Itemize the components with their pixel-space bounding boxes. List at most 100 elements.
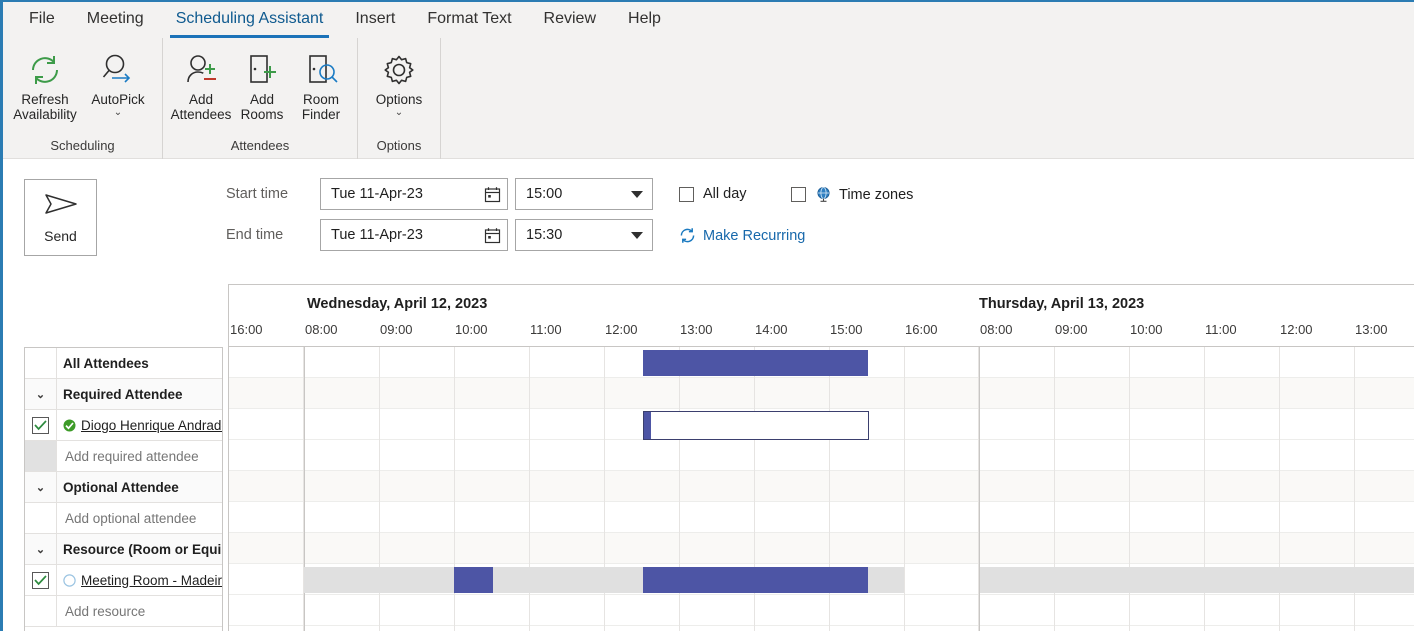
- ribbon-group-scheduling-label: Scheduling: [50, 138, 115, 153]
- refresh-availability-button[interactable]: Refresh Availability: [9, 46, 81, 124]
- send-arrow-icon: [42, 191, 80, 222]
- hour-tick: 12:00: [1280, 322, 1313, 337]
- tab-meeting-label: Meeting: [86, 10, 144, 27]
- group-header-required-attendee[interactable]: ⌄ Required Attendee: [25, 379, 222, 410]
- calendar-icon[interactable]: [477, 179, 507, 209]
- group-header-resource[interactable]: ⌄ Resource (Room or Equi...: [25, 534, 222, 565]
- tab-review-label: Review: [543, 10, 597, 27]
- make-recurring-button[interactable]: Make Recurring: [679, 227, 805, 244]
- busy-block-all-attendees[interactable]: [643, 350, 868, 376]
- chevron-down-icon[interactable]: ⌄: [395, 108, 403, 118]
- hour-tick: 08:00: [305, 322, 338, 337]
- add-resource-label: Add resource: [65, 603, 146, 619]
- add-rooms-button[interactable]: Add Rooms: [233, 46, 291, 124]
- add-attendees-button[interactable]: Add Attendees: [169, 46, 233, 124]
- tentative-block-meeting-room[interactable]: [980, 567, 1414, 593]
- expand-cell[interactable]: ⌄: [25, 534, 57, 564]
- grid-row[interactable]: [229, 471, 1414, 502]
- end-date-input[interactable]: Tue 11-Apr-23: [320, 219, 508, 251]
- start-time-dropdown[interactable]: 15:00: [515, 178, 653, 210]
- ribbon-group-options-items: Options ⌄: [364, 38, 434, 137]
- hour-tick: 10:00: [1130, 322, 1163, 337]
- start-date-value: Tue 11-Apr-23: [331, 186, 423, 202]
- grid-row[interactable]: [229, 533, 1414, 564]
- checkbox-box: [679, 186, 694, 202]
- grid-row[interactable]: [229, 595, 1414, 626]
- time-zones-checkbox[interactable]: Time zones: [791, 186, 913, 203]
- tab-scheduling-assistant[interactable]: Scheduling Assistant: [162, 6, 338, 38]
- resource-checkbox[interactable]: [25, 565, 57, 595]
- chevron-down-icon: ⌄: [35, 543, 46, 556]
- room-finder-button[interactable]: Room Finder: [291, 46, 351, 124]
- calendar-icon[interactable]: [477, 220, 507, 250]
- options-label: Options: [375, 92, 423, 107]
- tab-format-text[interactable]: Format Text: [413, 6, 525, 34]
- add-rooms-label: Add Rooms: [240, 92, 284, 122]
- resource-name-label: Meeting Room - Madeira: [81, 572, 222, 588]
- add-attendees-label: Add Attendees: [170, 92, 232, 122]
- meeting-time-selection[interactable]: [643, 411, 869, 440]
- group-header-optional-attendee[interactable]: ⌄ Optional Attendee: [25, 472, 222, 503]
- tentative-block-meeting-room[interactable]: [868, 567, 904, 593]
- tab-meeting[interactable]: Meeting: [73, 6, 158, 34]
- end-time-dropdown[interactable]: 15:30: [515, 219, 653, 251]
- tab-insert[interactable]: Insert: [341, 6, 409, 34]
- recurrence-icon: [679, 227, 696, 244]
- ribbon: File Meeting Scheduling Assistant Insert…: [3, 2, 1414, 159]
- attendee-row-diogo[interactable]: Diogo Henrique Andrade: [25, 410, 222, 441]
- attendee-checkbox[interactable]: [25, 410, 57, 440]
- add-optional-attendee-row[interactable]: Add optional attendee: [25, 503, 222, 534]
- tentative-block-meeting-room[interactable]: [493, 567, 643, 593]
- start-time-value: 15:00: [526, 186, 563, 202]
- tab-file-label: File: [29, 10, 55, 27]
- expand-cell[interactable]: ⌄: [25, 472, 57, 502]
- checkbox-box: [32, 571, 49, 589]
- grid-row[interactable]: [229, 440, 1414, 471]
- add-attendees-icon: [183, 48, 219, 92]
- hour-tick: 14:00: [755, 322, 788, 337]
- selection-handle[interactable]: [644, 412, 651, 439]
- hour-tick: 09:00: [1055, 322, 1088, 337]
- start-date-input[interactable]: Tue 11-Apr-23: [320, 178, 508, 210]
- refresh-icon: [27, 48, 63, 92]
- day-label-wednesday: Wednesday, April 12, 2023: [307, 296, 488, 312]
- free-busy-grid[interactable]: [228, 347, 1414, 631]
- accepted-icon: [63, 419, 76, 432]
- options-button[interactable]: Options ⌄: [364, 46, 434, 120]
- all-day-checkbox[interactable]: All day: [679, 186, 747, 202]
- checkbox-cell: [25, 503, 57, 533]
- checkbox-cell: [25, 441, 57, 471]
- add-required-attendee-row[interactable]: Add required attendee: [25, 441, 222, 472]
- grid-row[interactable]: [229, 378, 1414, 409]
- tentative-block-meeting-room[interactable]: [304, 567, 454, 593]
- autopick-button[interactable]: AutoPick ⌄: [81, 46, 155, 120]
- add-rooms-icon: [244, 48, 280, 92]
- busy-block-meeting-room[interactable]: [643, 567, 868, 593]
- expand-cell[interactable]: ⌄: [25, 379, 57, 409]
- timeline-header: Wednesday, April 12, 2023 Thursday, Apri…: [228, 284, 1414, 347]
- chevron-down-icon[interactable]: [622, 179, 652, 209]
- hour-tick: 08:00: [980, 322, 1013, 337]
- meeting-form-header: Send Start time End time Tue 11-Apr-23 T…: [3, 159, 1414, 284]
- send-button[interactable]: Send: [24, 179, 97, 256]
- chevron-down-icon[interactable]: ⌄: [114, 108, 122, 118]
- hour-tick: 11:00: [1205, 322, 1237, 337]
- send-button-label: Send: [44, 228, 77, 244]
- room-finder-icon: [303, 48, 339, 92]
- resource-row-meeting-room[interactable]: Meeting Room - Madeira: [25, 565, 222, 596]
- tab-help[interactable]: Help: [614, 6, 675, 34]
- add-resource-row[interactable]: Add resource: [25, 596, 222, 627]
- grid-row[interactable]: [229, 502, 1414, 533]
- no-response-icon: [63, 573, 76, 587]
- add-optional-attendee-label: Add optional attendee: [65, 510, 197, 526]
- tab-review[interactable]: Review: [530, 6, 610, 34]
- start-time-label: Start time: [226, 186, 289, 202]
- hour-tick: 15:00: [830, 322, 863, 337]
- busy-block-meeting-room[interactable]: [454, 567, 493, 593]
- chevron-down-icon[interactable]: [622, 220, 652, 250]
- attendee-name-cell: Diogo Henrique Andrade: [57, 418, 222, 433]
- hour-tick: 10:00: [455, 322, 488, 337]
- tab-file[interactable]: File: [15, 6, 69, 34]
- tab-format-text-label: Format Text: [427, 10, 512, 27]
- scheduling-assistant-grid: Wednesday, April 12, 2023 Thursday, Apri…: [3, 284, 1414, 631]
